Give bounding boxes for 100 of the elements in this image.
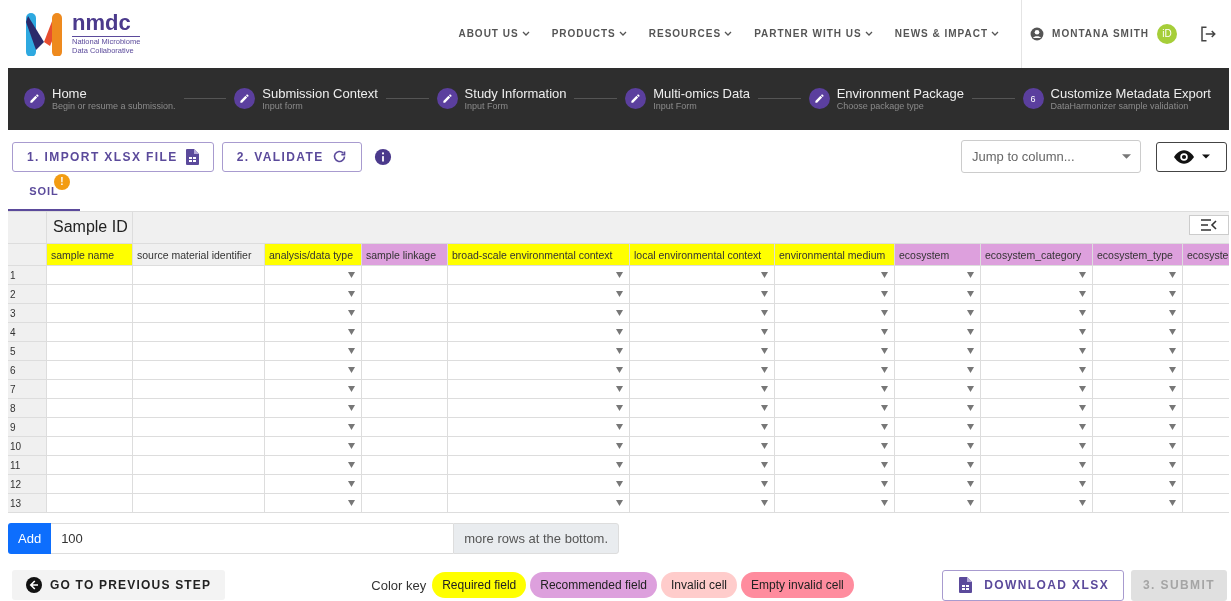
table-cell[interactable]: [448, 304, 630, 324]
table-cell[interactable]: [981, 456, 1093, 476]
table-cell[interactable]: [133, 342, 265, 362]
table-cell[interactable]: [1093, 361, 1183, 381]
table-cell[interactable]: [895, 361, 981, 381]
table-cell[interactable]: [1183, 437, 1229, 457]
table-cell[interactable]: [1183, 494, 1229, 514]
table-cell[interactable]: [895, 304, 981, 324]
table-cell[interactable]: [448, 494, 630, 514]
table-cell[interactable]: [265, 437, 362, 457]
table-cell[interactable]: [630, 475, 775, 495]
table-cell[interactable]: [1183, 323, 1229, 343]
table-cell[interactable]: [265, 418, 362, 438]
table-cell[interactable]: [775, 285, 895, 305]
nav-menu-item[interactable]: PRODUCTS: [551, 28, 627, 40]
collapse-columns-button[interactable]: [1189, 214, 1229, 235]
table-cell[interactable]: [133, 304, 265, 324]
table-cell[interactable]: [981, 399, 1093, 419]
nav-menu-item[interactable]: ABOUT US: [458, 28, 530, 40]
table-cell[interactable]: [1093, 266, 1183, 286]
table-cell[interactable]: [775, 323, 895, 343]
table-cell[interactable]: [448, 342, 630, 362]
table-cell[interactable]: [47, 399, 133, 419]
table-cell[interactable]: [448, 323, 630, 343]
table-cell[interactable]: [362, 494, 448, 514]
import-button[interactable]: 1. IMPORT XLSX FILE: [12, 141, 214, 172]
table-cell[interactable]: [448, 418, 630, 438]
step-title[interactable]: Multi-omics Data: [653, 86, 750, 101]
table-cell[interactable]: [775, 380, 895, 400]
table-cell[interactable]: [630, 494, 775, 514]
table-cell[interactable]: [265, 304, 362, 324]
table-cell[interactable]: [775, 456, 895, 476]
table-cell[interactable]: [630, 285, 775, 305]
table-cell[interactable]: [630, 304, 775, 324]
table-cell[interactable]: [448, 266, 630, 286]
table-cell[interactable]: [47, 475, 133, 495]
table-cell[interactable]: [47, 342, 133, 362]
table-cell[interactable]: [630, 456, 775, 476]
table-cell[interactable]: [1093, 437, 1183, 457]
table-cell[interactable]: [47, 266, 133, 286]
table-cell[interactable]: [981, 380, 1093, 400]
table-cell[interactable]: [1093, 494, 1183, 514]
table-cell[interactable]: [981, 266, 1093, 286]
table-cell[interactable]: [1093, 380, 1183, 400]
table-cell[interactable]: [981, 323, 1093, 343]
table-cell[interactable]: [775, 494, 895, 514]
step-title[interactable]: Study Information: [464, 86, 567, 101]
table-cell[interactable]: [362, 323, 448, 343]
table-cell[interactable]: [775, 304, 895, 324]
table-cell[interactable]: [981, 304, 1093, 324]
table-cell[interactable]: [265, 285, 362, 305]
table-cell[interactable]: [133, 285, 265, 305]
table-cell[interactable]: [1093, 456, 1183, 476]
table-cell[interactable]: [362, 266, 448, 286]
table-cell[interactable]: [448, 285, 630, 305]
table-cell[interactable]: [775, 361, 895, 381]
table-cell[interactable]: [362, 399, 448, 419]
step-title[interactable]: Environment Package: [836, 86, 964, 101]
table-cell[interactable]: [775, 437, 895, 457]
logout-icon[interactable]: [1199, 24, 1217, 43]
user-name[interactable]: MONTANA SMITH: [1052, 28, 1149, 40]
table-cell[interactable]: [630, 266, 775, 286]
info-icon[interactable]: [373, 147, 392, 166]
table-cell[interactable]: [133, 266, 265, 286]
table-cell[interactable]: [981, 418, 1093, 438]
nav-menu-item[interactable]: RESOURCES: [648, 28, 733, 40]
table-cell[interactable]: [981, 342, 1093, 362]
row-count-field[interactable]: 100: [51, 523, 454, 554]
table-cell[interactable]: [1183, 475, 1229, 495]
add-rows-button[interactable]: Add: [8, 523, 52, 554]
table-cell[interactable]: [265, 323, 362, 343]
table-cell[interactable]: [895, 399, 981, 419]
table-cell[interactable]: [133, 361, 265, 381]
table-cell[interactable]: [775, 475, 895, 495]
table-cell[interactable]: [775, 342, 895, 362]
table-cell[interactable]: [895, 456, 981, 476]
table-cell[interactable]: [775, 399, 895, 419]
table-cell[interactable]: [895, 323, 981, 343]
table-cell[interactable]: [1183, 304, 1229, 324]
table-cell[interactable]: [47, 456, 133, 476]
table-cell[interactable]: [895, 494, 981, 514]
table-cell[interactable]: [265, 456, 362, 476]
table-cell[interactable]: [775, 266, 895, 286]
table-cell[interactable]: [630, 361, 775, 381]
table-cell[interactable]: [448, 456, 630, 476]
table-cell[interactable]: [362, 304, 448, 324]
table-cell[interactable]: [1093, 342, 1183, 362]
table-cell[interactable]: [1183, 456, 1229, 476]
column-header[interactable]: environmental medium: [775, 244, 895, 267]
table-cell[interactable]: [630, 418, 775, 438]
table-cell[interactable]: [630, 323, 775, 343]
column-header[interactable]: sample name: [47, 244, 133, 267]
table-cell[interactable]: [448, 380, 630, 400]
column-header[interactable]: analysis/data type: [265, 244, 362, 267]
table-cell[interactable]: [47, 494, 133, 514]
table-cell[interactable]: [981, 494, 1093, 514]
table-cell[interactable]: [1093, 399, 1183, 419]
nav-menu-item[interactable]: NEWS & IMPACT: [894, 28, 1000, 40]
table-cell[interactable]: [895, 285, 981, 305]
table-cell[interactable]: [1093, 418, 1183, 438]
